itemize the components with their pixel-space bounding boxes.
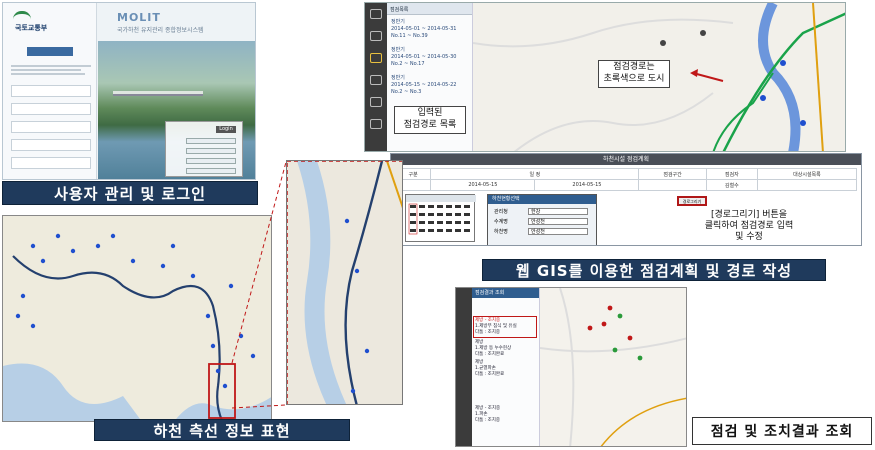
login-button[interactable]: Login	[216, 126, 236, 133]
result-list-header: 점검결과 조회	[472, 288, 539, 298]
list-item[interactable]: 정반기 2014-05-15 ~ 2014-05-22 No.2 ~ No.3	[391, 75, 456, 96]
brand-title: MOLIT	[117, 11, 161, 24]
calendar-grid	[406, 195, 476, 235]
list-item[interactable]: 정반기 2014-05-01 ~ 2014-05-31 No.11 ~ No.3…	[391, 19, 456, 40]
date-picker[interactable]	[405, 194, 476, 242]
notice-box[interactable]	[11, 157, 91, 169]
callout-route-list: 입력된 점검경로 목록	[394, 106, 466, 134]
column-header: 대상시설목록	[756, 168, 858, 180]
password-input[interactable]	[186, 148, 236, 154]
plan-form-window: 하천시설 점검계획 구분 일 정 점검구간 점검자 대상시설목록 2014-05…	[390, 153, 862, 246]
captcha-input[interactable]	[186, 168, 236, 174]
bridge-graphic	[113, 91, 203, 96]
text-line	[11, 65, 91, 67]
login-sidebar: 국토교통부	[3, 3, 97, 179]
column-header: 일 정	[430, 168, 640, 180]
caption-results: 점검 및 조치결과 조회	[692, 417, 872, 445]
list-item[interactable]: 제방 1.제방 등 누수현상 다툼 : 조치완료	[475, 340, 511, 358]
callout-green-route: 점검경로는 초록색으로 도시	[598, 60, 670, 88]
results-map-drawing	[539, 288, 686, 446]
results-window: 점검결과 조회 제방 - 조치중 1.제방부 침식 및 유실 다툼 : 조치중 …	[455, 287, 687, 447]
text-line	[11, 73, 85, 75]
list-item[interactable]: 제방 1.균열파손 다툼 : 조치완료	[475, 360, 504, 378]
popup-title: 하천현황선택	[488, 195, 596, 204]
facility-list-cell	[756, 179, 858, 191]
start-date-field[interactable]: 2014-05-15	[430, 179, 536, 191]
authority-select[interactable]: 한강	[528, 208, 588, 215]
side-menu	[365, 3, 387, 151]
brand-subtitle: 국가하천 유지관리 종합정보시스템	[117, 27, 204, 34]
route-list-header: 점검목록	[387, 3, 472, 15]
section-cell[interactable]	[638, 179, 707, 191]
inspector-field[interactable]: 김철수	[705, 179, 758, 191]
watershed-select[interactable]: 안성천	[528, 218, 588, 225]
end-date-field[interactable]: 2014-05-15	[534, 179, 640, 191]
edit-icon[interactable]	[370, 75, 382, 85]
result-list: 점검결과 조회 제방 - 조치중 1.제방부 침식 및 유실 다툼 : 조치중 …	[472, 288, 540, 446]
agency-select[interactable]	[186, 158, 236, 164]
list-icon[interactable]	[370, 31, 382, 41]
list-item[interactable]: 정반기 2014-05-01 ~ 2014-05-30 No.2 ~ No.17	[391, 47, 456, 68]
column-header: 점검자	[705, 168, 758, 180]
check-icon[interactable]	[370, 53, 382, 63]
caption-gis: 웹 GIS를 이용한 점검계획 및 경로 작성	[482, 259, 826, 281]
ministry-name: 국토교통부	[15, 24, 48, 32]
text-line	[11, 69, 81, 71]
form-title: 하천시설 점검계획	[391, 154, 861, 165]
river-select-popup: 하천현황선택 관리청 한강 수계명 안성천 하천명 안성천	[487, 194, 597, 245]
list-item[interactable]: 제방 - 조치중 1.제방부 침식 및 유실 다툼 : 조치중	[473, 316, 537, 338]
username-input[interactable]	[186, 138, 236, 144]
river-select[interactable]: 안성천	[528, 228, 588, 235]
notice-box[interactable]	[11, 121, 91, 133]
ministry-logo-icon	[13, 11, 31, 21]
notice-button[interactable]	[27, 47, 73, 56]
edit-icon[interactable]	[370, 97, 382, 107]
caption-river: 하천 측선 정보 표현	[94, 419, 350, 441]
caption-login: 사용자 관리 및 로그인	[2, 181, 258, 205]
zoomed-river-map[interactable]	[286, 160, 403, 405]
draw-route-button[interactable]: 경로그리기	[677, 196, 707, 206]
callout-draw-button: [경로그리기] 버튼을 클릭하여 점검경로 입력 및 수정	[704, 210, 794, 242]
plan-form-table: 구분 일 정 점검구간 점검자 대상시설목록 2014-05-15 2014-0…	[394, 168, 858, 191]
login-screen: 국토교통부 MOLIT 국가하천 유지관리 종합정보시스템 Login	[2, 2, 256, 180]
results-map[interactable]	[539, 288, 686, 446]
zoom-connector	[231, 161, 287, 409]
list-item[interactable]: 제방 - 조치중 1.파손 다툼 : 조치중	[475, 406, 500, 424]
zoom-map-drawing	[287, 161, 402, 404]
notice-box[interactable]	[11, 103, 91, 115]
notice-box[interactable]	[11, 85, 91, 97]
star-icon[interactable]	[370, 9, 382, 19]
side-menu	[456, 288, 472, 446]
notice-box[interactable]	[11, 139, 91, 151]
document-icon[interactable]	[370, 119, 382, 129]
column-header: 점검구간	[638, 168, 707, 180]
